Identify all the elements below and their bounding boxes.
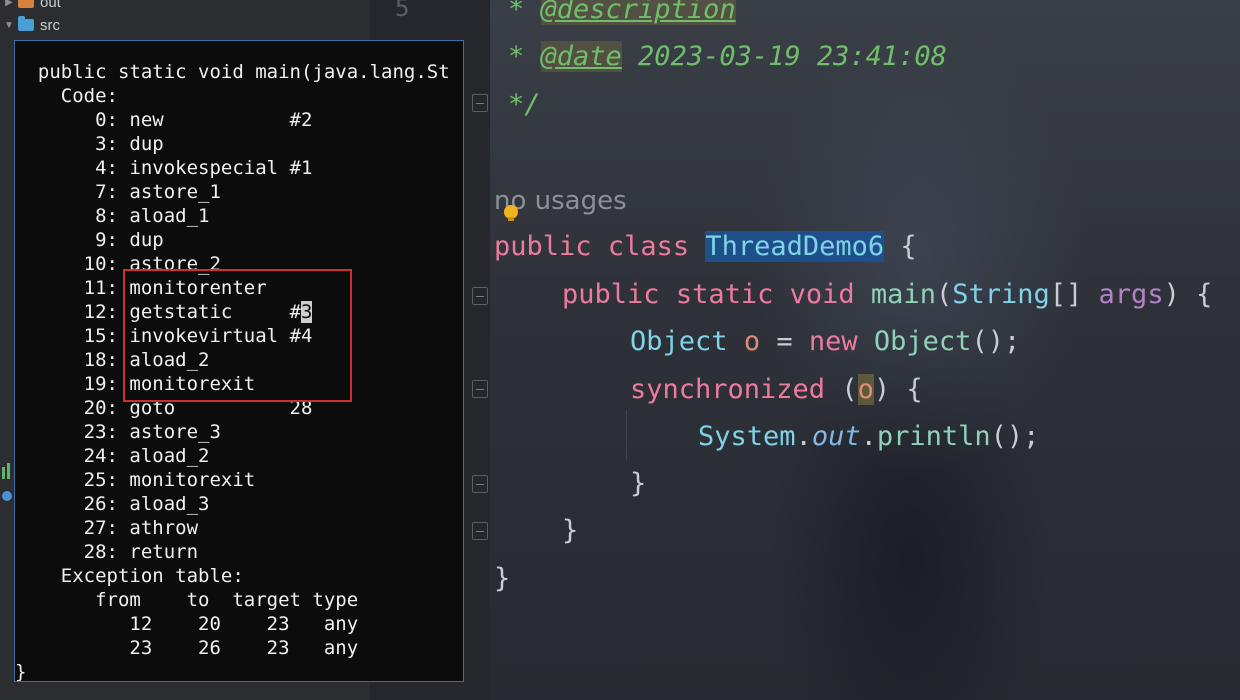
terminal-line: Code:	[15, 85, 118, 107]
tree-item-label: out	[40, 0, 61, 11]
highlight-box	[123, 269, 352, 402]
indent-guide	[626, 410, 627, 460]
bar-icon[interactable]	[7, 463, 10, 479]
chevron-right-icon[interactable]: ▶	[0, 0, 18, 8]
bar-icon[interactable]	[2, 467, 5, 479]
fold-icon[interactable]	[472, 94, 488, 112]
lightbulb-icon[interactable]	[504, 205, 518, 221]
close-brace-inner: }	[630, 468, 647, 499]
terminal-line: }	[15, 661, 27, 682]
main-method-line: public static void main(String[] args) {	[562, 279, 1213, 310]
doc-description-line: * @description	[508, 0, 736, 30]
terminal-line: 23: astore_3	[15, 421, 221, 443]
terminal-line: from to target type	[15, 589, 359, 611]
tree-item-label: src	[40, 16, 60, 34]
doc-date-line: * @date 2023-03-19 23:41:08	[508, 41, 947, 72]
synchronized-line: synchronized (o) {	[630, 374, 923, 405]
println-line: System.out.println();	[698, 421, 1040, 452]
terminal-line: 24: aload_2	[15, 445, 210, 467]
fold-icon[interactable]	[472, 287, 488, 305]
terminal-line: Exception table:	[15, 565, 244, 587]
terminal-line: 7: astore_1	[15, 181, 221, 203]
close-brace-class: }	[494, 563, 511, 594]
fold-icon[interactable]	[472, 522, 488, 540]
services-icon[interactable]	[2, 491, 12, 501]
terminal-line: public static void main(java.lang.St	[15, 61, 450, 83]
terminal-line: 8: aload_1	[15, 205, 210, 227]
tree-item-src[interactable]: ▼ src	[0, 13, 60, 37]
folder-icon	[18, 0, 34, 8]
terminal-line: 23 26 23 any	[15, 637, 359, 659]
fold-icon[interactable]	[472, 475, 488, 493]
terminal-line: 4: invokespecial #1	[15, 157, 313, 179]
class-declaration-line: public class ThreadDemo6 {	[494, 231, 917, 262]
chevron-down-icon[interactable]: ▼	[0, 20, 18, 31]
terminal-line: 26: aload_3	[15, 493, 210, 515]
terminal-line: 0: new #2	[15, 109, 313, 131]
terminal-line: 28: return	[15, 541, 199, 563]
line-number: 5	[395, 0, 410, 22]
terminal-line: 27: athrow	[15, 517, 199, 539]
terminal-window[interactable]: public static void main(java.lang.St Cod…	[14, 40, 464, 682]
terminal-line: 9: dup	[15, 229, 164, 251]
doc-close-line: */	[508, 89, 541, 120]
folder-icon	[18, 16, 34, 31]
tree-item-out[interactable]: ▶ out	[0, 0, 61, 14]
terminal-line: 25: monitorexit	[15, 469, 256, 491]
terminal-line: 3: dup	[15, 133, 164, 155]
terminal-line: 12 20 23 any	[15, 613, 359, 635]
object-decl-line: Object o = new Object();	[630, 326, 1021, 357]
fold-icon[interactable]	[472, 380, 488, 398]
code-editor[interactable]: * @description * @date 2023-03-19 23:41:…	[490, 0, 1240, 700]
close-brace-method: }	[562, 515, 579, 546]
